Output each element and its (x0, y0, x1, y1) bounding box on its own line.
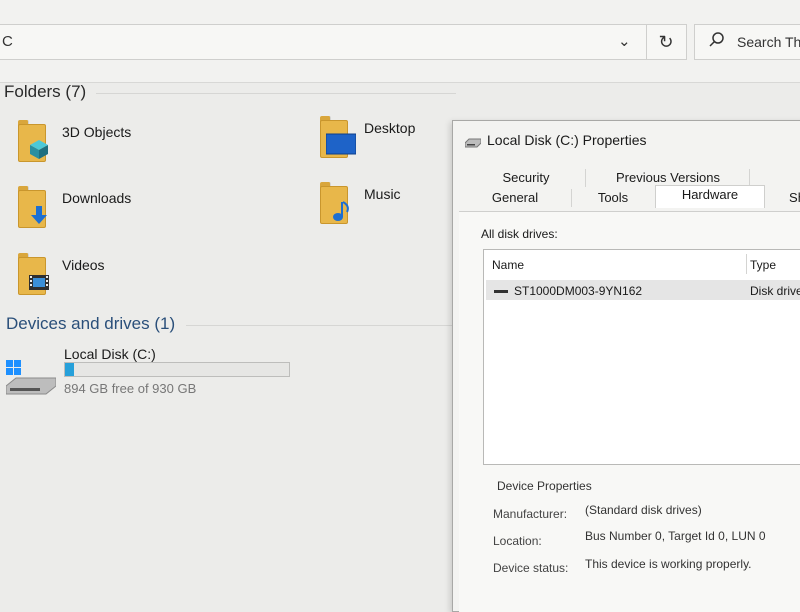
folder-3d-objects[interactable]: 3D Objects (10, 120, 260, 180)
folder-label: Desktop (364, 120, 416, 136)
row-type: Disk drives (750, 284, 800, 298)
explorer-toolbar: C ⌄ ↻ Search This (0, 0, 800, 83)
address-path: C (2, 33, 13, 50)
device-properties-heading: Device Properties (497, 479, 592, 493)
column-separator (746, 254, 747, 274)
tab-sharing[interactable]: Sh (787, 189, 800, 207)
location-value: Bus Number 0, Target Id 0, LUN 0 (585, 529, 766, 543)
3d-objects-folder-icon (10, 120, 50, 164)
videos-folder-icon (10, 253, 50, 297)
search-placeholder: Search This (737, 34, 800, 50)
row-name: ST1000DM003-9YN162 (514, 284, 643, 298)
refresh-icon[interactable]: ↻ (646, 25, 685, 59)
section-divider (96, 93, 456, 94)
disk-drives-list[interactable]: Name Type ST1000DM003-9YN162 Disk drives (483, 249, 800, 465)
downloads-folder-icon (10, 186, 50, 230)
drive-usage-bar (64, 362, 290, 377)
search-icon (709, 31, 725, 54)
folder-videos[interactable]: Videos (10, 253, 260, 313)
manufacturer-value: (Standard disk drives) (585, 503, 702, 517)
folders-section-title: Folders (7) (4, 82, 87, 101)
column-header-name[interactable]: Name (492, 258, 524, 272)
drive-free-space: 894 GB free of 930 GB (64, 381, 197, 396)
tab-general[interactable]: General (459, 189, 572, 207)
address-bar[interactable]: C ⌄ ↻ (0, 24, 687, 60)
music-folder-icon (312, 182, 352, 226)
manufacturer-label: Manufacturer: (493, 507, 568, 521)
tab-hardware[interactable]: Hardware (655, 185, 765, 208)
dialog-title: Local Disk (C:) Properties (487, 132, 647, 148)
folder-label: 3D Objects (62, 124, 132, 140)
device-status-label: Device status: (493, 561, 569, 575)
local-disk-icon[interactable] (5, 358, 57, 400)
search-box[interactable]: Search This (694, 24, 800, 60)
dialog-tabs: Security Previous Versions Qu General To… (453, 169, 800, 209)
folder-downloads[interactable]: Downloads (10, 186, 260, 246)
drive-usage-fill (65, 363, 74, 376)
disk-drive-icon (494, 290, 508, 293)
location-label: Location: (493, 534, 542, 548)
folder-label: Downloads (62, 190, 132, 206)
tab-security[interactable]: Security (467, 169, 586, 187)
table-row[interactable]: ST1000DM003-9YN162 Disk drives (486, 280, 800, 300)
chevron-down-icon[interactable]: ⌄ (618, 32, 631, 50)
properties-dialog: Local Disk (C:) Properties Security Prev… (452, 120, 800, 612)
drive-label[interactable]: Local Disk (C:) (64, 346, 156, 362)
folder-label: Videos (62, 257, 105, 273)
folder-label: Music (364, 186, 401, 202)
section-divider (186, 325, 456, 326)
tab-tools[interactable]: Tools (571, 189, 656, 207)
all-drives-label: All disk drives: (481, 227, 558, 241)
desktop-folder-icon (312, 116, 356, 160)
device-status-value: This device is working properly. (585, 557, 752, 571)
column-header-type[interactable]: Type (750, 258, 776, 272)
devices-section-title: Devices and drives (1) (6, 314, 176, 333)
drive-icon (464, 135, 482, 148)
